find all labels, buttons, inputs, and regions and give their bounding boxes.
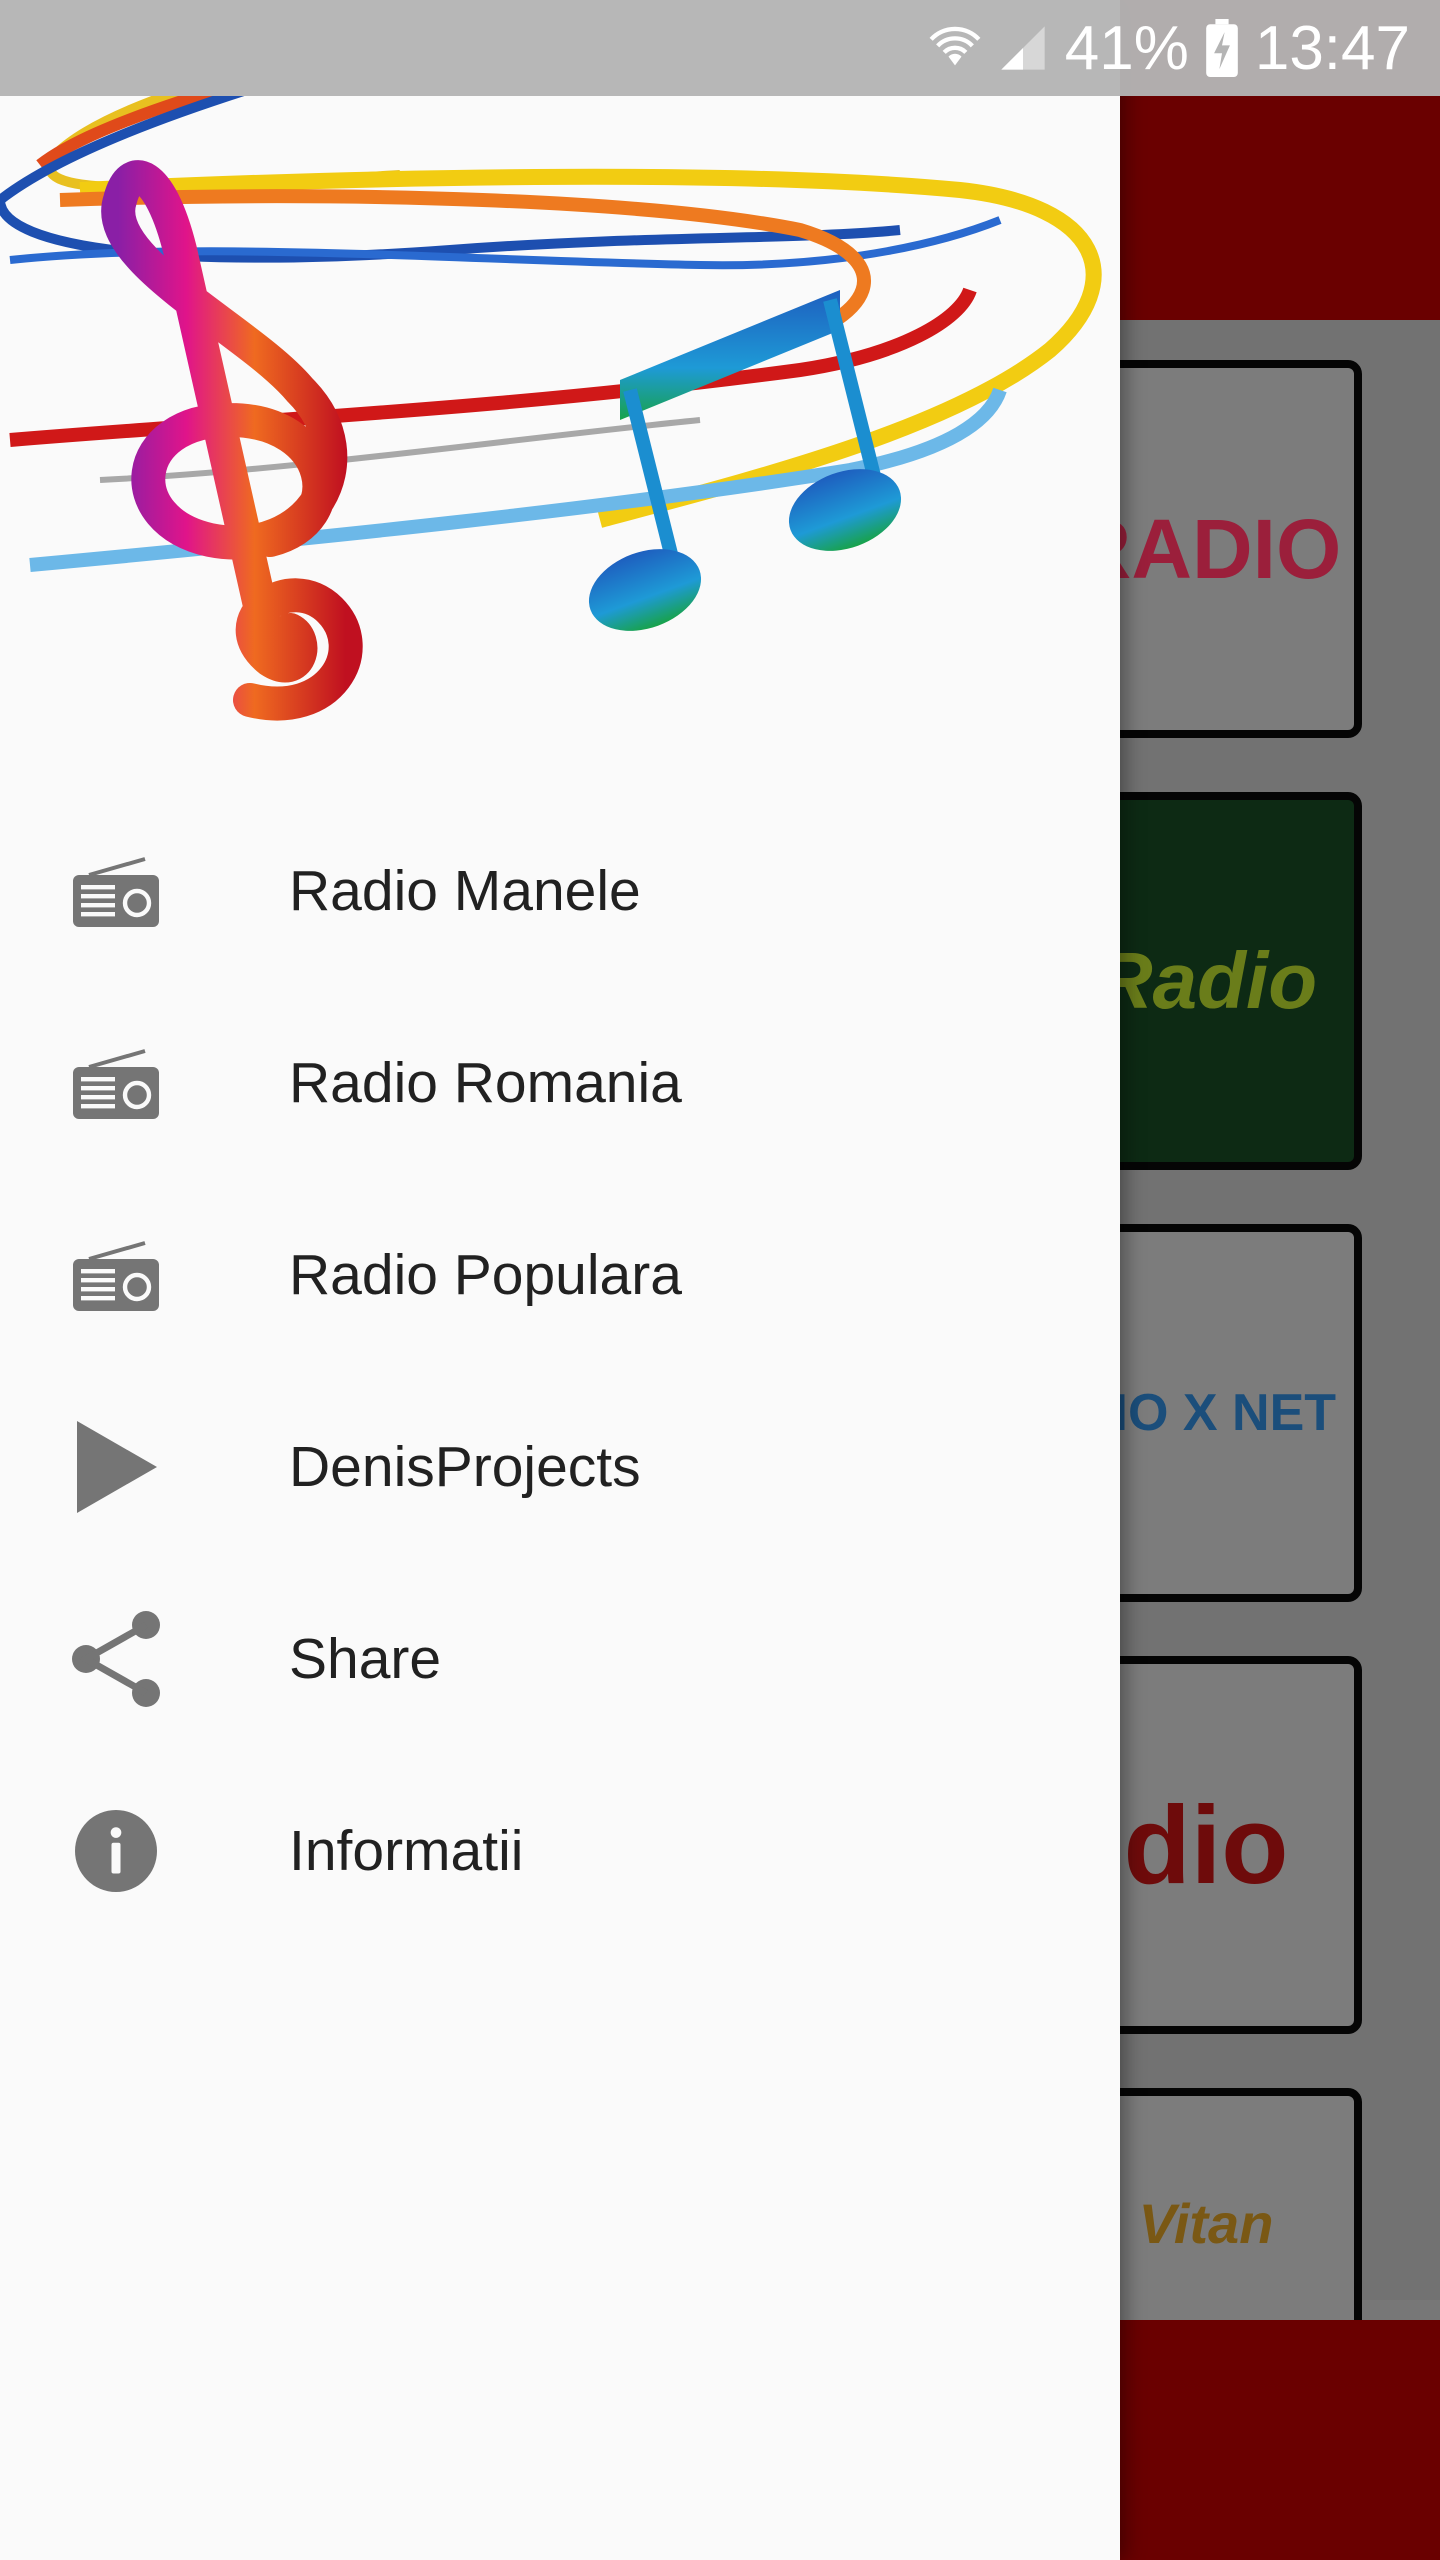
battery-percent: 41% (1064, 13, 1189, 83)
menu-item-radio-populara[interactable]: Radio Populara (0, 1179, 1120, 1371)
menu-label: Radio Manele (289, 859, 641, 923)
wifi-icon (929, 22, 981, 74)
clock: 13:47 (1254, 13, 1410, 83)
navigation-drawer: Radio Manele Radio Romania Radio Popular… (0, 0, 1120, 2560)
play-icon (60, 1417, 172, 1517)
battery-charging-icon (1205, 19, 1239, 77)
menu-item-denisprojects[interactable]: DenisProjects (0, 1371, 1120, 1563)
menu-item-share[interactable]: Share (0, 1563, 1120, 1755)
menu-label: Radio Populara (289, 1243, 682, 1307)
menu-item-radio-romania[interactable]: Radio Romania (0, 987, 1120, 1179)
menu-label: DenisProjects (289, 1435, 641, 1499)
menu-label: Informatii (289, 1819, 524, 1883)
status-bar: 41% 13:47 (0, 0, 1440, 96)
radio-icon (60, 1225, 172, 1325)
menu-label: Radio Romania (289, 1051, 682, 1115)
drawer-menu: Radio Manele Radio Romania Radio Popular… (0, 795, 1120, 1947)
menu-item-informatii[interactable]: Informatii (0, 1755, 1120, 1947)
menu-label: Share (289, 1627, 442, 1691)
signal-icon (997, 22, 1049, 74)
radio-icon (60, 1033, 172, 1133)
info-icon (60, 1801, 172, 1901)
drawer-header (0, 96, 1120, 776)
menu-item-radio-manele[interactable]: Radio Manele (0, 795, 1120, 987)
radio-icon (60, 841, 172, 941)
share-icon (60, 1609, 172, 1709)
music-notes-illustration (0, 96, 1102, 721)
